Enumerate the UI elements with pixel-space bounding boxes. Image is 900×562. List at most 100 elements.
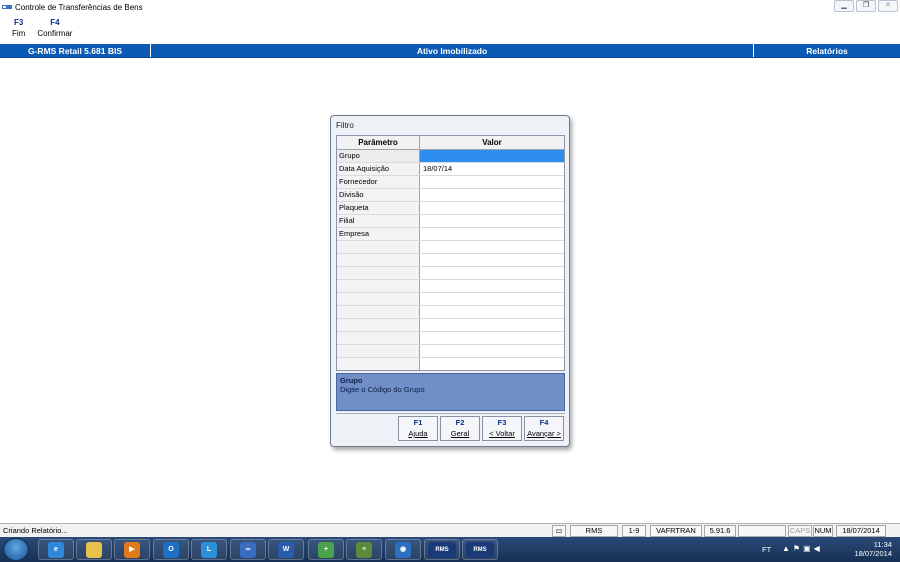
value-cell[interactable] (420, 332, 564, 344)
status-cell-num: NUM (813, 525, 833, 537)
table-row[interactable] (337, 293, 564, 306)
parameter-cell (337, 358, 420, 370)
tray-network-icon[interactable]: ▣ (803, 544, 814, 553)
function-key-toolbar: F3 Fim F4 Confirmar (0, 18, 78, 44)
table-row[interactable]: Fornecedor (337, 176, 564, 189)
table-row[interactable]: Filial (337, 215, 564, 228)
app-green-icon: + (318, 541, 334, 558)
tray-icons: ▲⚑▣◀ (782, 544, 823, 553)
app-icon (2, 5, 12, 9)
table-row[interactable] (337, 280, 564, 293)
button-key: F4 (539, 418, 549, 427)
tray-up-arrow-icon[interactable]: ▲ (782, 544, 793, 553)
value-cell[interactable]: 18/07/14 (420, 163, 564, 175)
value-cell[interactable] (420, 202, 564, 214)
avancar-button[interactable]: F4 Avançar > (524, 416, 564, 441)
value-cell[interactable] (420, 176, 564, 188)
status-bar: Criando Relatório... ▭ RMS 1-9 VAFRTRAN … (0, 523, 900, 537)
tray-flag-icon[interactable]: ⚑ (793, 544, 803, 553)
ajuda-button[interactable]: F1 Ajuda (398, 416, 438, 441)
parameter-cell (337, 332, 420, 344)
taskbar-word-button[interactable]: W (268, 539, 304, 560)
value-cell[interactable] (420, 189, 564, 201)
start-button-icon[interactable] (3, 538, 29, 561)
dialog-title: Filtro (336, 121, 354, 130)
status-cell-version: 5.91.6 (704, 525, 736, 537)
value-cell[interactable] (420, 215, 564, 227)
toolbar-f4-confirmar[interactable]: F4 Confirmar (31, 18, 78, 44)
taskbar-rms-2-button[interactable]: RMS (462, 539, 498, 560)
taskbar-internet-explorer-button[interactable]: e (38, 539, 74, 560)
value-cell[interactable] (420, 293, 564, 305)
table-row[interactable] (337, 319, 564, 332)
table-row[interactable] (337, 345, 564, 358)
taskbar-media-player-button[interactable]: ▶ (114, 539, 150, 560)
window-title: Controle de Transferências de Bens (15, 2, 143, 12)
lync-icon: L (201, 541, 217, 558)
tray-clock[interactable]: 11:34 18/07/2014 (854, 540, 892, 558)
tray-language[interactable]: FT (762, 545, 771, 554)
status-cell-date: 18/07/2014 (836, 525, 886, 537)
table-row[interactable] (337, 267, 564, 280)
taskbar-connect-button[interactable]: ∞ (230, 539, 266, 560)
rms-1-icon: RMS (428, 541, 456, 558)
grid-header: Parâmetro Valor (337, 136, 564, 150)
table-row[interactable]: Divisão (337, 189, 564, 202)
value-cell[interactable] (420, 345, 564, 357)
value-cell[interactable] (420, 280, 564, 292)
table-row[interactable] (337, 254, 564, 267)
value-cell[interactable] (420, 306, 564, 318)
help-text: Digite o Código do Grupo (340, 385, 425, 394)
module-title: Ativo Imobilizado (416, 45, 488, 56)
product-version: G-RMS Retail 5.681 BIS (0, 44, 151, 57)
parameter-cell: Filial (337, 215, 420, 227)
taskbar-app-stack-button[interactable]: ≡ (346, 539, 382, 560)
taskbar-lync-button[interactable]: L (191, 539, 227, 560)
maximize-icon[interactable]: ❐ (856, 0, 876, 12)
table-row[interactable]: Empresa (337, 228, 564, 241)
document-icon: ▭ (552, 525, 566, 537)
value-cell[interactable] (420, 254, 564, 266)
value-cell[interactable] (420, 241, 564, 253)
taskbar-outlook-button[interactable]: O (153, 539, 189, 560)
taskbar-file-explorer-button[interactable] (76, 539, 112, 560)
value-cell[interactable] (420, 267, 564, 279)
taskbar-app-globe-button[interactable]: ◉ (385, 539, 421, 560)
taskbar-rms-1-button[interactable]: RMS (424, 539, 460, 560)
table-row[interactable]: Data Aquisição 18/07/14 (337, 163, 564, 176)
table-row[interactable]: Grupo (337, 150, 564, 163)
geral-button[interactable]: F2 Geral (440, 416, 480, 441)
taskbar: e ▶ O L ∞ W + ≡ ◉ RMS RMS FT ▲⚑▣◀ 11:34 18/07/2014 (0, 537, 900, 562)
toolbar-key: F4 (50, 18, 60, 27)
close-icon[interactable]: ✕ (878, 0, 898, 12)
table-row[interactable] (337, 358, 564, 370)
status-cell-range: 1-9 (622, 525, 646, 537)
minimize-icon[interactable]: ▁ (834, 0, 854, 12)
value-cell[interactable] (420, 150, 564, 162)
parameter-cell: Fornecedor (337, 176, 420, 188)
value-cell[interactable] (420, 319, 564, 331)
tray-volume-icon[interactable]: ◀ (814, 544, 823, 553)
tray-date: 18/07/2014 (854, 549, 892, 558)
table-row[interactable]: Plaqueta (337, 202, 564, 215)
connect-icon: ∞ (240, 541, 256, 558)
media-player-icon: ▶ (124, 541, 140, 558)
voltar-button[interactable]: F3 < Voltar (482, 416, 522, 441)
tray-time: 11:34 (873, 540, 892, 549)
table-row[interactable] (337, 306, 564, 319)
toolbar-f3-fim[interactable]: F3 Fim (0, 18, 31, 44)
value-cell[interactable] (420, 358, 564, 370)
help-panel: Grupo Digite o Código do Grupo (336, 373, 565, 411)
grid-rows: Grupo Data Aquisição 18/07/14 Fornecedor Div… (337, 150, 564, 370)
parameter-cell (337, 254, 420, 266)
table-row[interactable] (337, 241, 564, 254)
button-label: Ajuda (408, 429, 428, 438)
value-cell[interactable] (420, 228, 564, 240)
toolbar-label: Confirmar (37, 29, 73, 38)
column-header-parametro: Parâmetro (337, 136, 420, 149)
toolbar-label: Fim (12, 29, 26, 38)
rms-2-icon: RMS (466, 541, 494, 558)
parameter-cell: Empresa (337, 228, 420, 240)
table-row[interactable] (337, 332, 564, 345)
taskbar-app-green-button[interactable]: + (308, 539, 344, 560)
